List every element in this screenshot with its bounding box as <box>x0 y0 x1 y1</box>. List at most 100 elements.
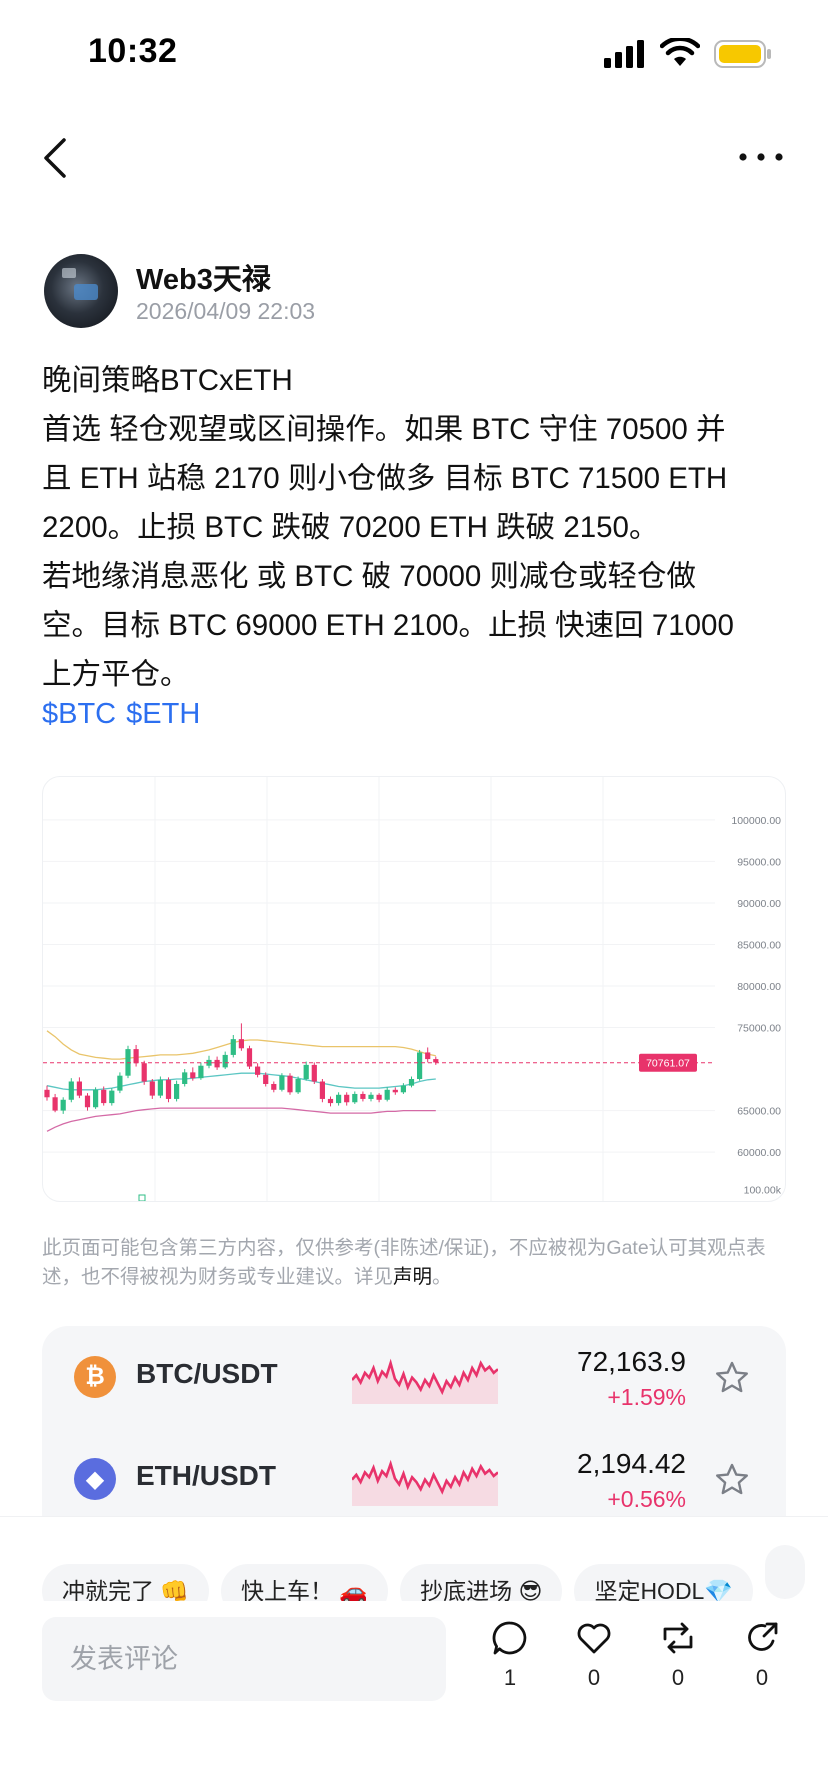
candle-body <box>433 1059 439 1063</box>
y-tick-label: 85000.00 <box>737 939 781 951</box>
favorite-star-icon[interactable] <box>714 1360 750 1396</box>
post-tags: $BTC $ETH <box>42 698 210 731</box>
y-tick-label: 65000.00 <box>737 1106 781 1118</box>
signal-icon <box>604 40 644 68</box>
repost-icon <box>663 1622 693 1654</box>
candle-body <box>222 1054 228 1068</box>
quick-reply-chip[interactable]: 冲就完了 👊 <box>42 1564 210 1601</box>
volume-tick-label: 100.00k <box>744 1184 782 1196</box>
candle-body <box>295 1079 301 1093</box>
candle-body <box>76 1081 82 1096</box>
candle-body <box>182 1072 188 1084</box>
candle-body <box>319 1081 325 1099</box>
candle-body <box>44 1089 50 1098</box>
candle-body <box>174 1083 180 1099</box>
bitcoin-icon: ₿ <box>74 1356 116 1398</box>
disclaimer-link[interactable]: 声明 <box>393 1266 432 1288</box>
comment-input[interactable] <box>42 1617 446 1701</box>
candle-body <box>408 1079 415 1086</box>
lower-band-line <box>46 1107 436 1132</box>
back-button[interactable] <box>40 136 72 180</box>
disclaimer: 此页面可能包含第三方内容，仅供参考(非陈述/保证)，不应被视为Gate认可其观点… <box>42 1234 782 1292</box>
candle-body <box>60 1099 66 1111</box>
share-icon <box>748 1622 778 1651</box>
tag-eth-link[interactable]: $ETH <box>126 698 200 730</box>
y-tick-label: 75000.00 <box>737 1023 781 1035</box>
disclaimer-suffix: 。 <box>432 1266 452 1288</box>
candle-body <box>68 1081 74 1100</box>
y-tick-label: 100000.00 <box>731 815 781 827</box>
comment-button[interactable]: 1 <box>480 1619 540 1691</box>
like-button[interactable]: 0 <box>564 1619 624 1691</box>
market-row-btc[interactable]: ₿ BTC/USDT 72,163.9 +1.59% <box>42 1326 786 1426</box>
candle-body <box>271 1083 277 1090</box>
wifi-icon <box>660 38 700 66</box>
candle-body <box>344 1094 350 1103</box>
candle-body <box>190 1072 196 1079</box>
tag-btc-link[interactable]: $BTC <box>42 698 116 730</box>
heart-icon <box>577 1623 611 1654</box>
candle-body <box>327 1098 334 1104</box>
post-line: 晚间策略BTCxETH <box>42 364 293 397</box>
candle-body <box>392 1089 398 1093</box>
candle-body <box>287 1075 293 1093</box>
sparkline <box>352 1459 498 1506</box>
bottom-bar: 冲就完了 👊 快上车！ 🚗 抄底进场 😎 坚定HODL💎 1 0 0 0 <box>0 1516 828 1792</box>
status-time: 10:32 <box>88 32 178 70</box>
repost-count: 0 <box>671 1665 685 1690</box>
candle-body <box>117 1075 123 1091</box>
candle-body <box>230 1039 236 1055</box>
author-name[interactable]: Web3天禄 <box>136 256 271 298</box>
share-count: 0 <box>755 1665 769 1690</box>
price-change: +0.56% <box>607 1486 686 1512</box>
market-row-eth[interactable]: ◆ ETH/USDT 2,194.42 +0.56% <box>42 1428 786 1528</box>
y-tick-label: 80000.00 <box>737 981 781 993</box>
quick-reply-chip[interactable]: 坚定HODL💎 <box>574 1564 753 1601</box>
pair-name: ETH/USDT <box>136 1460 276 1491</box>
ethereum-icon: ◆ <box>74 1458 116 1500</box>
price-chart[interactable]: 100000.00 95000.00 90000.00 85000.00 80000.0… <box>42 776 786 1202</box>
candlestick-chart: 100000.00 95000.00 90000.00 85000.00 80000.0… <box>43 777 782 1201</box>
post-line: 上方平仓。 <box>42 658 190 691</box>
candle-body <box>303 1064 309 1080</box>
post-line: 空。目标 BTC 69000 ETH 2100。止损 快速回 71000 <box>42 609 734 642</box>
current-price-label: 70761.07 <box>646 1058 690 1070</box>
candle-body <box>133 1049 139 1064</box>
post-content: 晚间策略BTCxETH 首选 轻仓观望或区间操作。如果 BTC 守住 70500… <box>42 356 792 699</box>
share-button[interactable]: 0 <box>732 1619 792 1691</box>
favorite-star-icon[interactable] <box>714 1462 750 1498</box>
middle-band-line <box>46 1072 436 1091</box>
price-change: +1.59% <box>607 1384 686 1410</box>
candle-body <box>417 1052 423 1080</box>
repost-button[interactable]: 0 <box>648 1619 708 1691</box>
more-options-button[interactable] <box>738 148 784 166</box>
candle-body <box>93 1089 99 1108</box>
candle-body <box>352 1093 358 1103</box>
candle-body <box>141 1063 147 1082</box>
candle-body <box>165 1079 172 1099</box>
comment-icon <box>492 1621 527 1655</box>
candle-body <box>311 1064 317 1082</box>
candle-body <box>109 1090 115 1104</box>
candle-body <box>101 1089 107 1104</box>
y-tick-label: 60000.00 <box>737 1147 781 1159</box>
candle-body <box>336 1094 342 1104</box>
candle-body <box>52 1097 58 1111</box>
quick-reply-chip[interactable]: 抄底进场 😎 <box>400 1564 563 1601</box>
like-count: 0 <box>587 1665 601 1690</box>
candle-body <box>360 1093 366 1099</box>
sparkline <box>352 1358 498 1404</box>
candle-body <box>400 1085 406 1093</box>
battery-icon <box>714 40 771 68</box>
candle-body <box>376 1094 382 1100</box>
candle-body <box>384 1089 390 1100</box>
candle-body <box>214 1059 220 1068</box>
quick-reply-chip[interactable] <box>764 1545 805 1599</box>
last-price: 72,163.9 <box>577 1346 686 1377</box>
quick-replies: 冲就完了 👊 快上车！ 🚗 抄底进场 😎 坚定HODL💎 <box>42 1545 828 1601</box>
quick-reply-chip[interactable]: 快上车！ 🚗 <box>221 1564 389 1601</box>
status-bar: 10:32 <box>0 0 828 110</box>
avatar[interactable] <box>44 254 118 328</box>
candle-body <box>368 1094 374 1099</box>
candle-body <box>198 1065 204 1079</box>
